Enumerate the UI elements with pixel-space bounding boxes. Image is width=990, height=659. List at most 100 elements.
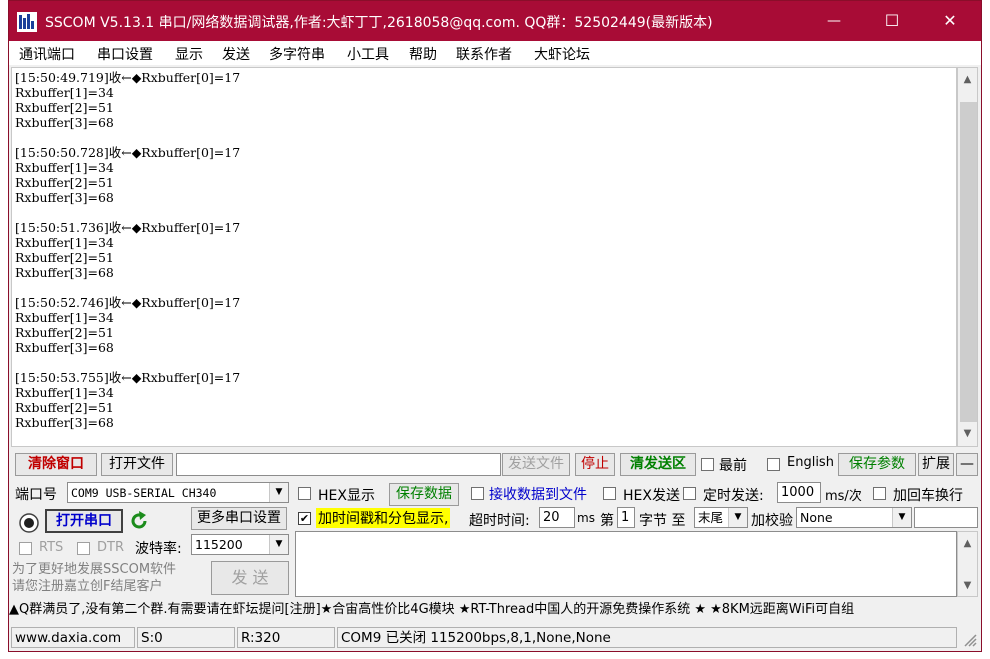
- clear-send-button[interactable]: 清发送区: [620, 453, 696, 476]
- receive-line: [15, 130, 240, 145]
- hex-send-checkbox[interactable]: [603, 487, 616, 500]
- interval-input[interactable]: 1000: [777, 482, 821, 503]
- hex-display-checkbox[interactable]: [298, 487, 311, 500]
- receive-line: [15, 280, 240, 295]
- scroll-up-icon[interactable]: ▲: [958, 534, 977, 554]
- maximize-button[interactable]: ☐: [863, 1, 921, 41]
- receive-text: [15:50:49.719]收←◆Rxbuffer[0]=17 Rxbuffer[…: [15, 70, 240, 430]
- byte-to-label: 字节 至: [639, 513, 686, 529]
- append-crlf-checkbox[interactable]: [873, 487, 886, 500]
- hex-display-label: HEX显示: [318, 488, 375, 504]
- menu-item-port[interactable]: 通讯端口: [19, 44, 75, 64]
- receive-line: [15:50:52.746]收←◆Rxbuffer[0]=17: [15, 295, 241, 310]
- timed-send-checkbox[interactable]: [683, 487, 696, 500]
- timeout-unit: ms: [577, 511, 595, 525]
- port-status-icon: [19, 513, 39, 533]
- send-button[interactable]: 发 送: [211, 561, 289, 595]
- dropdown-arrow-icon: ▼: [728, 508, 747, 527]
- receive-area[interactable]: [15:50:49.719]收←◆Rxbuffer[0]=17 Rxbuffer[…: [11, 67, 957, 447]
- scroll-up-icon[interactable]: ▲: [958, 70, 977, 90]
- expand-button[interactable]: 扩展: [918, 453, 954, 476]
- receive-line: Rxbuffer[3]=68: [15, 115, 114, 130]
- minimize-button[interactable]: —: [805, 1, 863, 41]
- rts-checkbox[interactable]: [19, 542, 32, 555]
- promo-text[interactable]: 为了更好地发展SSCOM软件 请您注册嘉立创F结尾客户: [12, 561, 212, 597]
- timestamp-label: 加时间戳和分包显示,: [316, 508, 451, 528]
- save-data-button[interactable]: 保存数据: [389, 483, 459, 506]
- receive-line: Rxbuffer[3]=68: [15, 190, 114, 205]
- receive-line: Rxbuffer[2]=51: [15, 400, 114, 415]
- status-sent-count: S:0: [137, 627, 235, 648]
- port-select[interactable]: COM9 USB-SERIAL CH340 ▼: [67, 482, 289, 503]
- timestamp-checkbox[interactable]: ✔: [298, 512, 311, 525]
- open-file-button[interactable]: 打开文件: [101, 453, 173, 476]
- dtr-checkbox[interactable]: [77, 542, 90, 555]
- receive-line: [15, 205, 240, 220]
- receive-line: [15:50:51.736]收←◆Rxbuffer[0]=17: [15, 220, 241, 235]
- baud-select[interactable]: 115200 ▼: [191, 534, 289, 555]
- scroll-down-icon[interactable]: ▼: [958, 576, 977, 596]
- send-file-button[interactable]: 发送文件: [502, 453, 570, 476]
- receive-line: Rxbuffer[2]=51: [15, 250, 114, 265]
- menu-item-tools[interactable]: 小工具: [347, 44, 389, 64]
- checksum-label: 加校验: [751, 513, 793, 529]
- menu-item-send[interactable]: 发送: [222, 44, 250, 64]
- send-scrollbar[interactable]: ▲ ▼: [957, 531, 978, 597]
- topmost-label: 最前: [719, 458, 747, 474]
- sscom-window: SSCOM V5.13.1 串口/网络数据调试器,作者:大虾丁丁,2618058…: [8, 0, 982, 652]
- receive-line: Rxbuffer[3]=68: [15, 340, 114, 355]
- more-settings-button[interactable]: 更多串口设置: [191, 507, 287, 530]
- timeout-label: 超时时间:: [469, 513, 530, 529]
- byte-end-value: 末尾: [698, 510, 724, 525]
- receive-scrollbar[interactable]: ▲ ▼: [957, 67, 978, 447]
- english-checkbox[interactable]: [767, 458, 780, 471]
- byte-index-input[interactable]: 1: [617, 507, 635, 528]
- receive-line: Rxbuffer[1]=34: [15, 160, 114, 175]
- status-received-count: R:320: [237, 627, 335, 648]
- save-params-button[interactable]: 保存参数: [838, 453, 916, 476]
- checksum-select[interactable]: None ▼: [796, 507, 912, 528]
- send-field-extra[interactable]: [914, 507, 978, 528]
- receive-line: [15:50:53.755]收←◆Rxbuffer[0]=17: [15, 370, 241, 385]
- append-crlf-label: 加回车换行: [893, 488, 963, 504]
- english-label: English: [787, 455, 834, 470]
- title-bar[interactable]: SSCOM V5.13.1 串口/网络数据调试器,作者:大虾丁丁,2618058…: [9, 1, 981, 41]
- byte-nth-label: 第: [600, 513, 614, 529]
- timeout-input[interactable]: 20: [539, 507, 575, 528]
- send-text-area[interactable]: [295, 531, 957, 597]
- file-path-input[interactable]: [176, 453, 501, 476]
- clear-window-button[interactable]: 清除窗口: [15, 453, 97, 476]
- stop-button[interactable]: 停止: [575, 453, 615, 476]
- resize-grip-icon[interactable]: [961, 631, 977, 647]
- menu-bar: 通讯端口 串口设置 显示 发送 多字符串 小工具 帮助 联系作者 大虾论坛: [9, 41, 981, 65]
- menu-item-forum[interactable]: 大虾论坛: [534, 44, 590, 64]
- close-button[interactable]: ✕: [921, 1, 979, 41]
- menu-item-contact[interactable]: 联系作者: [456, 44, 512, 64]
- checksum-value: None: [800, 510, 833, 525]
- app-icon: [17, 12, 37, 32]
- refresh-icon[interactable]: [128, 510, 150, 532]
- menu-item-help[interactable]: 帮助: [409, 44, 437, 64]
- scroll-down-icon[interactable]: ▼: [958, 424, 977, 444]
- ticker-bar[interactable]: ▲Q群满员了,没有第二个群.有需要请在虾坛提问[注册]★合宙高性价比4G模块 ★…: [9, 599, 981, 621]
- status-port-state: COM9 已关闭 115200bps,8,1,None,None: [337, 627, 957, 648]
- menu-item-multi-string[interactable]: 多字符串: [269, 44, 325, 64]
- baud-label: 波特率:: [135, 541, 182, 557]
- recv-to-file-checkbox[interactable]: [471, 487, 484, 500]
- collapse-button[interactable]: —: [956, 453, 978, 476]
- receive-line: Rxbuffer[1]=34: [15, 310, 114, 325]
- byte-end-select[interactable]: 末尾 ▼: [694, 507, 748, 528]
- port-label: 端口号: [15, 487, 57, 503]
- receive-line: Rxbuffer[2]=51: [15, 100, 114, 115]
- receive-line: Rxbuffer[2]=51: [15, 175, 114, 190]
- scroll-thumb[interactable]: [960, 102, 977, 422]
- status-site[interactable]: www.daxia.com: [11, 627, 135, 648]
- receive-line: [15:50:50.728]收←◆Rxbuffer[0]=17: [15, 145, 241, 160]
- receive-line: [15:50:49.719]收←◆Rxbuffer[0]=17: [15, 70, 241, 85]
- dtr-label: DTR: [97, 540, 124, 555]
- menu-item-serial-settings[interactable]: 串口设置: [97, 44, 153, 64]
- menu-item-display[interactable]: 显示: [175, 44, 203, 64]
- timed-send-label: 定时发送:: [703, 488, 764, 504]
- open-port-button[interactable]: 打开串口: [45, 509, 123, 533]
- topmost-checkbox[interactable]: [701, 458, 714, 471]
